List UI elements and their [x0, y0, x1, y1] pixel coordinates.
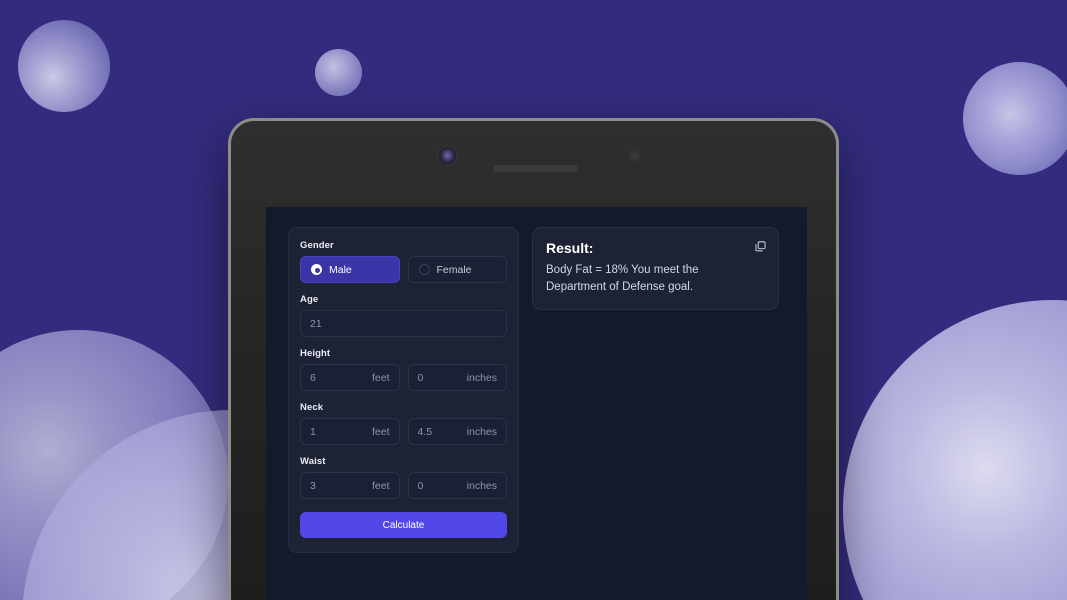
waist-inches-input[interactable]: 0 inches	[407, 472, 507, 499]
waist-feet-value: 3	[310, 479, 316, 492]
calculate-button[interactable]: Calculate	[300, 512, 507, 538]
neck-inches-value: 4.5	[417, 425, 433, 438]
sphere-top-left	[18, 20, 110, 112]
neck-inches-input[interactable]: 4.5 inches	[407, 418, 507, 445]
neck-inches-unit: inches	[466, 425, 497, 438]
neck-feet-unit: feet	[371, 425, 390, 438]
waist-feet-input[interactable]: 3 feet	[300, 472, 400, 499]
radio-icon-male	[311, 264, 322, 275]
waist-feet-unit: feet	[371, 479, 390, 492]
screenshot-stage: Gender Male Female Age 21 Height 6 feet …	[0, 0, 1067, 600]
sphere-top-right	[963, 62, 1067, 175]
neck-feet-input[interactable]: 1 feet	[300, 418, 400, 445]
height-feet-input[interactable]: 6 feet	[300, 364, 400, 391]
height-label: Height	[300, 348, 331, 359]
height-feet-unit: feet	[371, 371, 390, 384]
gender-option-male[interactable]: Male	[300, 256, 400, 283]
height-inches-value: 0	[417, 371, 424, 384]
neck-field-group: Neck 1 feet 4.5 inches	[300, 402, 507, 445]
sphere-bottom-left-back	[0, 330, 228, 600]
height-field-group: Height 6 feet 0 inches	[300, 348, 507, 391]
waist-inches-unit: inches	[466, 479, 497, 492]
sphere-top-center	[315, 49, 362, 96]
gender-options: Male Female	[300, 256, 507, 283]
neck-label: Neck	[300, 402, 324, 413]
sensor-icon	[627, 148, 642, 163]
gender-label: Gender	[300, 240, 334, 251]
waist-inches-value: 0	[417, 479, 424, 492]
age-label: Age	[300, 294, 319, 305]
gender-option-female-label: Female	[436, 263, 472, 276]
gender-field-group: Gender Male Female	[300, 240, 507, 283]
neck-feet-value: 1	[310, 425, 316, 438]
height-inches-unit: inches	[466, 371, 497, 384]
tablet-device: Gender Male Female Age 21 Height 6 feet …	[228, 118, 839, 600]
waist-label: Waist	[300, 456, 326, 467]
result-title: Result:	[546, 240, 594, 256]
age-field-group: Age 21	[300, 294, 507, 337]
height-inches-input[interactable]: 0 inches	[407, 364, 507, 391]
copy-icon[interactable]	[752, 238, 768, 254]
height-feet-value: 6	[310, 371, 316, 384]
age-input-value: 21	[310, 317, 322, 330]
gender-option-male-label: Male	[329, 263, 352, 276]
camera-icon	[439, 147, 456, 164]
tablet-screen: Gender Male Female Age 21 Height 6 feet …	[266, 207, 807, 600]
waist-field-group: Waist 3 feet 0 inches	[300, 456, 507, 499]
result-card: Result: Body Fat = 18% You meet the Depa…	[532, 227, 779, 311]
neck-inputs: 1 feet 4.5 inches	[300, 418, 507, 445]
sphere-bottom-right	[843, 300, 1067, 600]
radio-icon-female	[418, 264, 430, 275]
body-fat-form-card: Gender Male Female Age 21 Height 6 feet …	[288, 227, 519, 553]
result-text: Body Fat = 18% You meet the Department o…	[546, 264, 699, 293]
app-root: Gender Male Female Age 21 Height 6 feet …	[266, 207, 807, 600]
waist-inputs: 3 feet 0 inches	[300, 472, 507, 499]
speaker-grille-icon	[493, 165, 578, 172]
height-inputs: 6 feet 0 inches	[300, 364, 507, 391]
gender-option-female[interactable]: Female	[407, 256, 507, 283]
tablet-bezel-top	[231, 121, 836, 207]
age-input[interactable]: 21	[300, 310, 507, 337]
